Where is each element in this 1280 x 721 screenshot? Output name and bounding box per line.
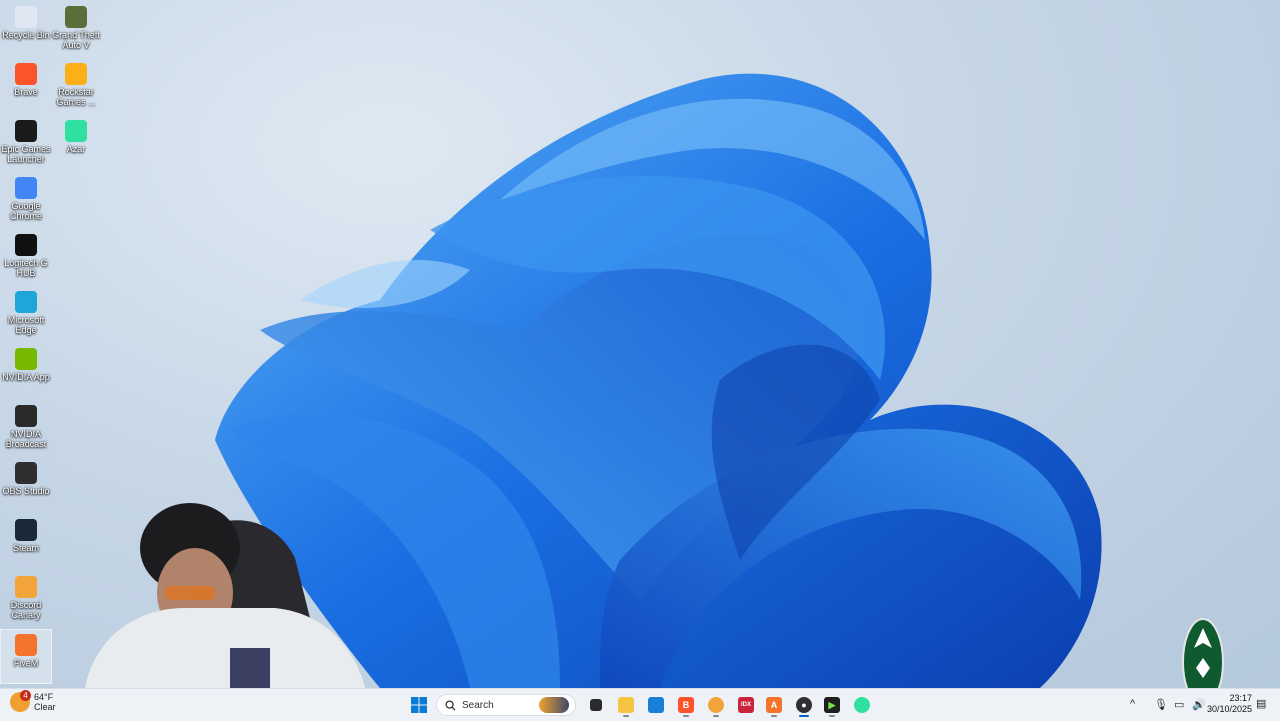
logitech-icon <box>15 234 37 256</box>
desktop-icon-label: Rockstar Games ... <box>56 87 96 107</box>
desktop-icon-label: FiveM <box>13 658 39 668</box>
clock-time: 23:17 <box>1229 693 1252 703</box>
desktop-icon-label: Microsoft Edge <box>7 315 45 335</box>
desktop-icon-label: Google Chrome <box>9 201 42 221</box>
taskbar: 4 64°F Clear Search B IDX A ● ▶ ^ 🎙 ▭ 🔊 … <box>0 688 1280 721</box>
microphone-icon[interactable]: 🎙 <box>1154 698 1168 711</box>
clock[interactable]: 23:17 30/10/2025 <box>1206 693 1252 715</box>
show-hidden-icons-chevron-icon[interactable]: ^ <box>1130 698 1135 710</box>
desktop-icon-label: Epic Games Launcher <box>1 144 51 164</box>
search-placeholder: Search <box>462 699 494 711</box>
volume-icon[interactable]: 🔊 <box>1192 698 1206 711</box>
task-view-button[interactable] <box>584 693 608 717</box>
desktop-icon-nvidia-broadcast[interactable]: NVIDIA Broadcast <box>0 401 52 456</box>
search-highlight-image-icon <box>539 697 569 713</box>
fivem-icon <box>15 634 37 656</box>
nvidia-broadcast-icon <box>15 405 37 427</box>
brave-lion-icon: B <box>678 697 694 713</box>
taskbar-search-box[interactable]: Search <box>436 694 576 716</box>
weather-widget[interactable]: 4 64°F Clear <box>10 690 56 712</box>
weather-condition: Clear <box>34 702 56 712</box>
obs-taskbar-button[interactable]: ● <box>792 693 816 717</box>
obs-icon <box>15 462 37 484</box>
desktop-icon-logitech[interactable]: Logitech G HUB <box>0 230 52 285</box>
desktop-icon-obs[interactable]: OBS Studio <box>0 458 52 513</box>
desktop-icon-label: Discord Canary <box>10 600 42 620</box>
desktop-icon-recycle-bin[interactable]: Recycle Bin <box>0 2 52 57</box>
steam-icon <box>15 519 37 541</box>
desktop-icons-column-1: Recycle Bin Brave Epic Games Launcher Googl… <box>0 2 52 686</box>
desktop-icon-fivem[interactable]: FiveM <box>0 629 52 684</box>
obs-record-icon: ● <box>796 697 812 713</box>
rockstar-icon <box>65 63 87 85</box>
desktop-icon-rockstar[interactable]: Rockstar Games ... <box>50 59 102 114</box>
desktop-icon-epic-games[interactable]: Epic Games Launcher <box>0 116 52 171</box>
azar-icon <box>854 697 870 713</box>
recycle-bin-icon <box>15 6 37 28</box>
brave-taskbar-button[interactable]: B <box>674 693 698 717</box>
desktop-icon-gta-v[interactable]: Grand Theft Auto V <box>50 2 102 57</box>
desktop-icon-label: Brave <box>14 87 38 97</box>
desktop-icons-column-2: Grand Theft Auto V Rockstar Games ... Azar <box>50 2 102 173</box>
index-app-icon: IDX <box>738 697 754 713</box>
channel-logo-watermark <box>1182 618 1224 688</box>
desktop-icon-chrome[interactable]: Google Chrome <box>0 173 52 228</box>
nvidia-icon <box>15 348 37 370</box>
desktop-icon-edge[interactable]: Microsoft Edge <box>0 287 52 342</box>
windows-logo-icon <box>411 697 427 713</box>
desktop-icon-nvidia[interactable]: NVIDIA App <box>0 344 52 399</box>
folder-icon <box>618 697 634 713</box>
azar-icon <box>65 120 87 142</box>
edge-icon <box>15 291 37 313</box>
chrome-icon <box>15 177 37 199</box>
gta-v-icon <box>65 6 87 28</box>
weather-temperature: 64°F <box>34 692 54 702</box>
brave-icon <box>15 63 37 85</box>
discord-canary-icon <box>15 576 37 598</box>
search-icon <box>445 699 456 711</box>
index-taskbar-button[interactable]: IDX <box>734 693 758 717</box>
microsoft-store-button[interactable] <box>644 693 668 717</box>
discord-canary-icon <box>708 697 724 713</box>
fivem-icon: A <box>766 697 782 713</box>
desktop-icon-label: OBS Studio <box>2 486 50 496</box>
desktop-icon-label: Azar <box>66 144 86 154</box>
network-monitor-icon[interactable]: ▭ <box>1174 698 1184 711</box>
desktop-icon-label: NVIDIA App <box>2 372 50 382</box>
desktop-icon-label: Steam <box>12 543 39 553</box>
weather-notification-badge: 4 <box>20 690 31 701</box>
azar-taskbar-button[interactable] <box>850 693 874 717</box>
fivem-taskbar-button[interactable]: A <box>762 693 786 717</box>
file-explorer-button[interactable] <box>614 693 638 717</box>
desktop: Recycle Bin Brave Epic Games Launcher Googl… <box>0 0 1280 688</box>
terminal-taskbar-button[interactable]: ▶ <box>820 693 844 717</box>
desktop-icon-discord-canary[interactable]: Discord Canary <box>0 572 52 627</box>
store-bag-icon <box>648 697 664 713</box>
desktop-icon-brave[interactable]: Brave <box>0 59 52 114</box>
terminal-icon: ▶ <box>824 697 840 713</box>
clock-date: 30/10/2025 <box>1206 704 1252 714</box>
webcam-overlay <box>85 503 365 688</box>
task-view-icon <box>590 699 602 711</box>
desktop-icon-label: NVIDIA Broadcast <box>5 429 47 449</box>
start-button[interactable] <box>407 693 431 717</box>
epic-games-icon <box>15 120 37 142</box>
desktop-icon-steam[interactable]: Steam <box>0 515 52 570</box>
desktop-icon-azar[interactable]: Azar <box>50 116 102 171</box>
desktop-icon-label: Logitech G HUB <box>4 258 48 278</box>
weather-sun-icon: 4 <box>10 690 31 712</box>
notifications-bell-icon[interactable]: ▤ <box>1256 697 1266 710</box>
desktop-icon-label: Recycle Bin <box>2 30 50 40</box>
discord-canary-taskbar-button[interactable] <box>704 693 728 717</box>
desktop-icon-label: Grand Theft Auto V <box>52 30 100 50</box>
